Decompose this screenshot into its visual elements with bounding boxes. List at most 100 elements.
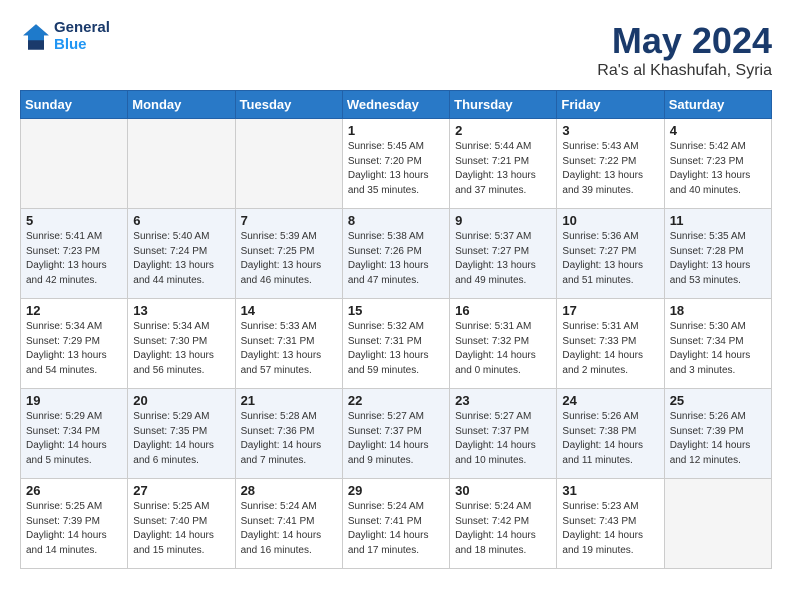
calendar-cell: 31Sunrise: 5:23 AM Sunset: 7:43 PM Dayli… (557, 479, 664, 569)
day-number: 27 (133, 483, 229, 498)
day-number: 1 (348, 123, 444, 138)
calendar-cell: 22 Sunrise: 5:27 AM Sunset: 7:37 PM Dayli… (342, 389, 449, 479)
day-info: Sunrise: 5:24 AM Sunset: 7:41 PM Dayligh… (348, 500, 444, 558)
calendar-cell: 16Sunrise: 5:31 AM Sunset: 7:32 PM Dayli… (450, 299, 557, 389)
day-number: 24 (562, 393, 658, 408)
day-info: Sunrise: 5:31 AM Sunset: 7:33 PM Dayligh… (562, 320, 658, 378)
day-number: 14 (241, 303, 337, 318)
day-info: Sunrise: 5:29 AM Sunset: 7:35 PM Dayligh… (133, 410, 229, 468)
calendar-cell: 7Sunrise: 5:39 AM Sunset: 7:25 PM Daylig… (235, 209, 342, 299)
day-number: 26 (26, 483, 122, 498)
day-info: Sunrise: 5:41 AM Sunset: 7:23 PM Dayligh… (26, 230, 122, 288)
day-info: Sunrise: 5:24 AM Sunset: 7:42 PM Dayligh… (455, 500, 551, 558)
calendar-cell: 2Sunrise: 5:44 AM Sunset: 7:21 PM Daylig… (450, 119, 557, 209)
calendar-cell: 10 Sunrise: 5:36 AM Sunset: 7:27 PM Dayli… (557, 209, 664, 299)
logo-line2: Blue (54, 37, 110, 54)
calendar-cell: 21 Sunrise: 5:28 AM Sunset: 7:36 PM Dayli… (235, 389, 342, 479)
calendar-cell: 1Sunrise: 5:45 AM Sunset: 7:20 PM Daylig… (342, 119, 449, 209)
day-number: 30 (455, 483, 551, 498)
calendar-cell: 6Sunrise: 5:40 AM Sunset: 7:24 PM Daylig… (128, 209, 235, 299)
day-number: 28 (241, 483, 337, 498)
logo: General Blue (20, 20, 110, 53)
day-info: Sunrise: 5:34 AM Sunset: 7:30 PM Dayligh… (133, 320, 229, 378)
day-info: Sunrise: 5:25 AM Sunset: 7:39 PM Dayligh… (26, 500, 122, 558)
calendar-cell: 24Sunrise: 5:26 AM Sunset: 7:38 PM Dayli… (557, 389, 664, 479)
day-number: 31 (562, 483, 658, 498)
day-info: Sunrise: 5:39 AM Sunset: 7:25 PM Dayligh… (241, 230, 337, 288)
day-info: Sunrise: 5:33 AM Sunset: 7:31 PM Dayligh… (241, 320, 337, 378)
calendar-cell (235, 119, 342, 209)
day-info: Sunrise: 5:31 AM Sunset: 7:32 PM Dayligh… (455, 320, 551, 378)
day-info: Sunrise: 5:28 AM Sunset: 7:36 PM Dayligh… (241, 410, 337, 468)
calendar-cell: 23 Sunrise: 5:27 AM Sunset: 7:37 PM Dayli… (450, 389, 557, 479)
day-info: Sunrise: 5:35 AM Sunset: 7:28 PM Dayligh… (670, 230, 766, 288)
weekday-header-saturday: Saturday (664, 91, 771, 119)
day-number: 12 (26, 303, 122, 318)
day-info: Sunrise: 5:34 AM Sunset: 7:29 PM Dayligh… (26, 320, 122, 378)
day-info: Sunrise: 5:44 AM Sunset: 7:21 PM Dayligh… (455, 140, 551, 198)
day-info: Sunrise: 5:29 AM Sunset: 7:34 PM Dayligh… (26, 410, 122, 468)
calendar-cell: 11 Sunrise: 5:35 AM Sunset: 7:28 PM Dayli… (664, 209, 771, 299)
title-block: May 2024 Ra's al Khashufah, Syria (597, 20, 772, 80)
day-info: Sunrise: 5:32 AM Sunset: 7:31 PM Dayligh… (348, 320, 444, 378)
calendar-cell: 20 Sunrise: 5:29 AM Sunset: 7:35 PM Dayli… (128, 389, 235, 479)
calendar-cell: 30 Sunrise: 5:24 AM Sunset: 7:42 PM Dayli… (450, 479, 557, 569)
weekday-header-row: SundayMondayTuesdayWednesdayThursdayFrid… (21, 91, 772, 119)
weekday-header-tuesday: Tuesday (235, 91, 342, 119)
day-info: Sunrise: 5:26 AM Sunset: 7:39 PM Dayligh… (670, 410, 766, 468)
day-info: Sunrise: 5:36 AM Sunset: 7:27 PM Dayligh… (562, 230, 658, 288)
day-info: Sunrise: 5:24 AM Sunset: 7:41 PM Dayligh… (241, 500, 337, 558)
day-number: 15 (348, 303, 444, 318)
day-number: 8 (348, 213, 444, 228)
calendar-cell (664, 479, 771, 569)
day-number: 23 (455, 393, 551, 408)
calendar-cell: 3Sunrise: 5:43 AM Sunset: 7:22 PM Daylig… (557, 119, 664, 209)
day-info: Sunrise: 5:37 AM Sunset: 7:27 PM Dayligh… (455, 230, 551, 288)
location: Ra's al Khashufah, Syria (597, 62, 772, 80)
calendar-cell: 12 Sunrise: 5:34 AM Sunset: 7:29 PM Dayli… (21, 299, 128, 389)
day-number: 18 (670, 303, 766, 318)
logo-icon (20, 21, 52, 53)
calendar-cell: 18Sunrise: 5:30 AM Sunset: 7:34 PM Dayli… (664, 299, 771, 389)
logo-line1: General (54, 20, 110, 37)
weekday-header-thursday: Thursday (450, 91, 557, 119)
calendar-cell: 5 Sunrise: 5:41 AM Sunset: 7:23 PM Daylig… (21, 209, 128, 299)
day-number: 4 (670, 123, 766, 138)
calendar-cell: 14 Sunrise: 5:33 AM Sunset: 7:31 PM Dayli… (235, 299, 342, 389)
weekday-header-wednesday: Wednesday (342, 91, 449, 119)
day-number: 11 (670, 213, 766, 228)
day-number: 29 (348, 483, 444, 498)
day-number: 17 (562, 303, 658, 318)
weekday-header-sunday: Sunday (21, 91, 128, 119)
calendar-cell: 27 Sunrise: 5:25 AM Sunset: 7:40 PM Dayli… (128, 479, 235, 569)
day-info: Sunrise: 5:27 AM Sunset: 7:37 PM Dayligh… (455, 410, 551, 468)
day-number: 21 (241, 393, 337, 408)
day-info: Sunrise: 5:25 AM Sunset: 7:40 PM Dayligh… (133, 500, 229, 558)
day-number: 3 (562, 123, 658, 138)
day-number: 19 (26, 393, 122, 408)
calendar-cell: 15 Sunrise: 5:32 AM Sunset: 7:31 PM Dayli… (342, 299, 449, 389)
weekday-header-friday: Friday (557, 91, 664, 119)
week-row-2: 5 Sunrise: 5:41 AM Sunset: 7:23 PM Daylig… (21, 209, 772, 299)
calendar-cell (21, 119, 128, 209)
calendar-cell: 4 Sunrise: 5:42 AM Sunset: 7:23 PM Daylig… (664, 119, 771, 209)
calendar-cell: 25Sunrise: 5:26 AM Sunset: 7:39 PM Dayli… (664, 389, 771, 479)
day-number: 9 (455, 213, 551, 228)
day-info: Sunrise: 5:27 AM Sunset: 7:37 PM Dayligh… (348, 410, 444, 468)
calendar-cell: 28 Sunrise: 5:24 AM Sunset: 7:41 PM Dayli… (235, 479, 342, 569)
week-row-5: 26 Sunrise: 5:25 AM Sunset: 7:39 PM Dayli… (21, 479, 772, 569)
calendar-cell: 13 Sunrise: 5:34 AM Sunset: 7:30 PM Dayli… (128, 299, 235, 389)
day-number: 20 (133, 393, 229, 408)
day-number: 5 (26, 213, 122, 228)
calendar-cell: 19 Sunrise: 5:29 AM Sunset: 7:34 PM Dayli… (21, 389, 128, 479)
week-row-3: 12 Sunrise: 5:34 AM Sunset: 7:29 PM Dayli… (21, 299, 772, 389)
page-header: General Blue May 2024 Ra's al Khashufah,… (20, 20, 772, 80)
day-number: 13 (133, 303, 229, 318)
day-number: 10 (562, 213, 658, 228)
week-row-1: 1Sunrise: 5:45 AM Sunset: 7:20 PM Daylig… (21, 119, 772, 209)
month-title: May 2024 (597, 20, 772, 62)
day-info: Sunrise: 5:42 AM Sunset: 7:23 PM Dayligh… (670, 140, 766, 198)
weekday-header-monday: Monday (128, 91, 235, 119)
calendar-cell: 9 Sunrise: 5:37 AM Sunset: 7:27 PM Daylig… (450, 209, 557, 299)
day-number: 22 (348, 393, 444, 408)
